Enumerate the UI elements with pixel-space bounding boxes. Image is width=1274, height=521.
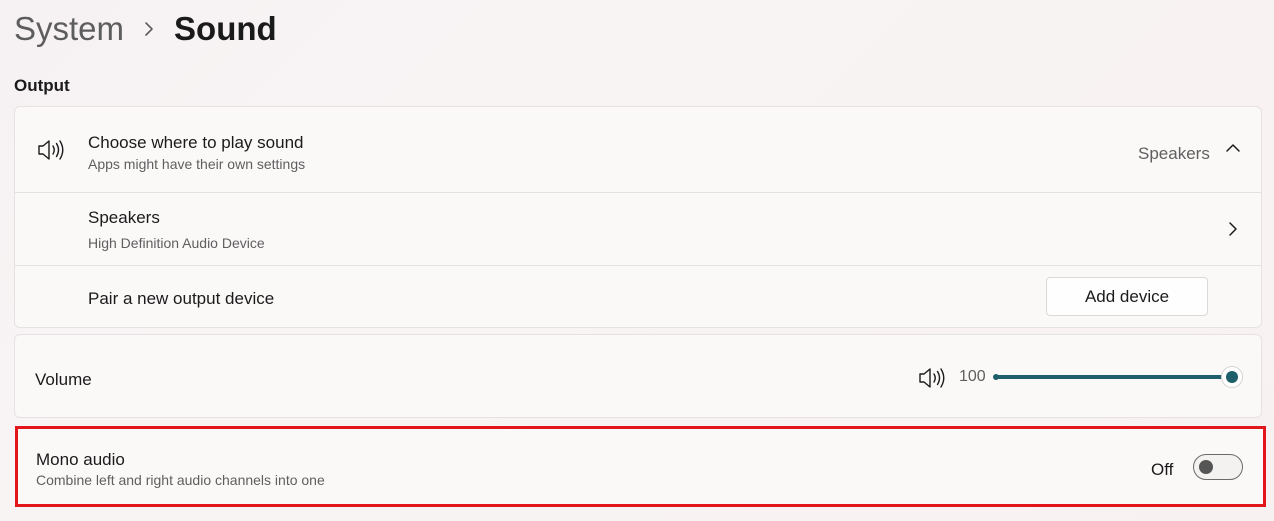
mono-audio-card: Mono audio Combine left and right audio … xyxy=(15,426,1266,507)
volume-slider-start xyxy=(993,374,999,380)
volume-value: 100 xyxy=(959,368,986,385)
volume-slider[interactable] xyxy=(995,375,1232,379)
add-device-button[interactable]: Add device xyxy=(1046,277,1208,316)
speaker-icon xyxy=(37,139,65,161)
speakers-subtitle: High Definition Audio Device xyxy=(88,235,265,251)
mono-audio-title: Mono audio xyxy=(36,450,125,469)
breadcrumb: System Sound xyxy=(14,8,277,50)
volume-slider-thumb[interactable] xyxy=(1221,366,1243,388)
speaker-icon[interactable] xyxy=(918,367,946,389)
page-title: Sound xyxy=(174,10,277,47)
section-label-output: Output xyxy=(14,76,70,95)
volume-label: Volume xyxy=(35,370,92,389)
toggle-knob xyxy=(1199,460,1213,474)
choose-output-row[interactable]: Choose where to play sound Apps might ha… xyxy=(15,107,1261,192)
choose-output-title: Choose where to play sound xyxy=(88,133,304,152)
pair-device-row: Pair a new output device Add device xyxy=(15,266,1261,328)
pair-device-title: Pair a new output device xyxy=(88,289,275,308)
volume-card: Volume 100 xyxy=(14,334,1262,418)
choose-output-subtitle: Apps might have their own settings xyxy=(88,156,306,172)
speakers-title: Speakers xyxy=(88,208,160,227)
breadcrumb-system[interactable]: System xyxy=(14,10,124,48)
mono-audio-toggle[interactable] xyxy=(1193,454,1243,480)
chevron-right-icon xyxy=(1228,221,1238,237)
volume-slider-fill xyxy=(995,375,1232,379)
mono-audio-subtitle: Combine left and right audio channels in… xyxy=(36,472,325,488)
output-card: Choose where to play sound Apps might ha… xyxy=(14,106,1262,328)
mono-audio-state: Off xyxy=(1151,460,1174,479)
chevron-right-icon xyxy=(144,21,154,37)
selected-output-device: Speakers xyxy=(1138,144,1210,163)
chevron-up-icon[interactable] xyxy=(1225,143,1241,153)
speakers-device-row[interactable]: Speakers High Definition Audio Device xyxy=(15,193,1261,265)
